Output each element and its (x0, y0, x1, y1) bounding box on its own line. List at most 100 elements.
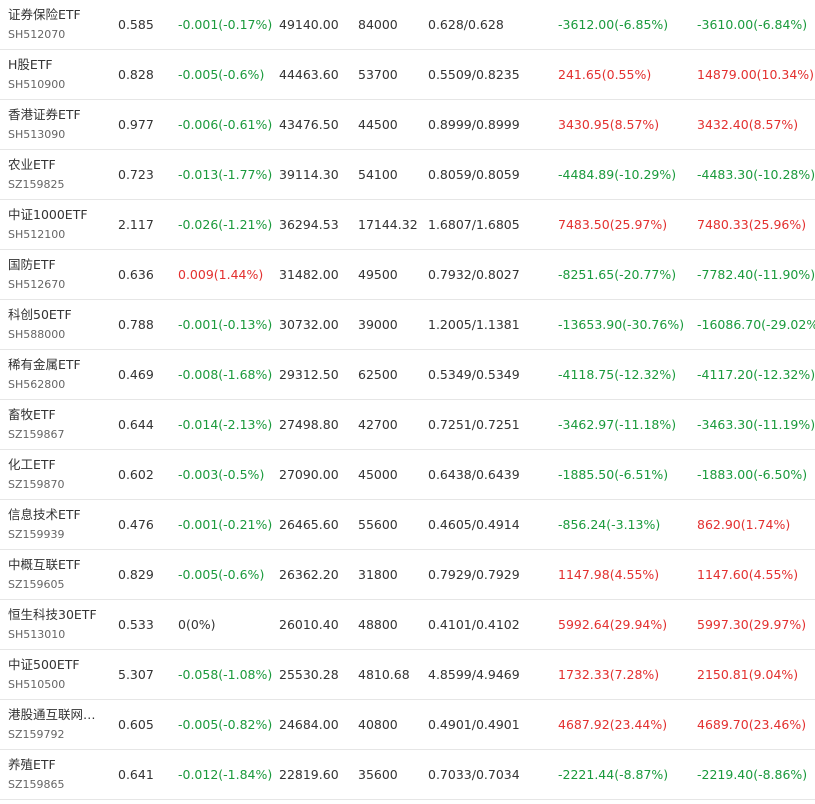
etf-name-cell: 恒生科技30ETF SH513010 (8, 600, 110, 649)
latest-price: 0.469 (118, 367, 154, 382)
latest-price: 0.723 (118, 167, 154, 182)
etf-name-link[interactable]: 化工ETF (8, 456, 110, 474)
net-flow-secondary: 4689.70(23.46%) (697, 717, 807, 732)
trade-volume: 29312.50 (279, 367, 339, 382)
etf-name-link[interactable]: 恒生科技30ETF (8, 606, 110, 624)
etf-name-link[interactable]: 信息技术ETF (8, 506, 110, 524)
bid-ask-value: 0.4101/0.4102 (428, 617, 520, 632)
trade-volume: 26010.40 (279, 617, 339, 632)
etf-name-cell: 中证500ETF SH510500 (8, 650, 110, 699)
net-flow-primary: 3430.95(8.57%) (558, 117, 660, 132)
trade-volume: 43476.50 (279, 117, 339, 132)
trade-volume: 22819.60 (279, 767, 339, 782)
etf-name-link[interactable]: 香港证券ETF (8, 106, 110, 124)
latest-price: 0.977 (118, 117, 154, 132)
net-flow-primary: 1732.33(7.28%) (558, 667, 660, 682)
table-row[interactable]: 稀有金属ETF SH562800 0.469 -0.008(-1.68%) 29… (0, 350, 815, 400)
latest-price: 0.644 (118, 417, 154, 432)
price-change: 0(0%) (178, 617, 216, 632)
share-count: 48800 (358, 617, 398, 632)
etf-name-link[interactable]: 中证1000ETF (8, 206, 110, 224)
bid-ask-value: 0.5509/0.8235 (428, 67, 520, 82)
price-change: -0.008(-1.68%) (178, 367, 273, 382)
table-row[interactable]: 中证1000ETF SH512100 2.117 -0.026(-1.21%) … (0, 200, 815, 250)
share-count: 55600 (358, 517, 398, 532)
bid-ask-value: 0.5349/0.5349 (428, 367, 520, 382)
bid-ask-value: 0.8999/0.8999 (428, 117, 520, 132)
net-flow-primary: 1147.98(4.55%) (558, 567, 660, 582)
net-flow-primary: -3612.00(-6.85%) (558, 17, 669, 32)
etf-name-link[interactable]: 国防ETF (8, 256, 110, 274)
etf-name-link[interactable]: 畜牧ETF (8, 406, 110, 424)
etf-name-cell: 信息技术ETF SZ159939 (8, 500, 110, 549)
price-change: -0.013(-1.77%) (178, 167, 273, 182)
share-count: 42700 (358, 417, 398, 432)
net-flow-secondary: 2150.81(9.04%) (697, 667, 799, 682)
net-flow-secondary: -16086.70(-29.02%) (697, 317, 815, 332)
trade-volume: 26465.60 (279, 517, 339, 532)
etf-name-link[interactable]: 中概互联ETF (8, 556, 110, 574)
price-change: -0.026(-1.21%) (178, 217, 273, 232)
table-row[interactable]: 中概互联ETF SZ159605 0.829 -0.005(-0.6%) 263… (0, 550, 815, 600)
etf-table-body: 证券保险ETF SH512070 0.585 -0.001(-0.17%) 49… (0, 0, 815, 800)
latest-price: 5.307 (118, 667, 154, 682)
latest-price: 0.636 (118, 267, 154, 282)
share-count: 40800 (358, 717, 398, 732)
bid-ask-value: 0.7929/0.7929 (428, 567, 520, 582)
latest-price: 0.585 (118, 17, 154, 32)
table-row[interactable]: 化工ETF SZ159870 0.602 -0.003(-0.5%) 27090… (0, 450, 815, 500)
table-row[interactable]: 养殖ETF SZ159865 0.641 -0.012(-1.84%) 2281… (0, 750, 815, 800)
etf-name-cell: 科创50ETF SH588000 (8, 300, 110, 349)
table-row[interactable]: 香港证券ETF SH513090 0.977 -0.006(-0.61%) 43… (0, 100, 815, 150)
share-count: 49500 (358, 267, 398, 282)
etf-name-cell: 稀有金属ETF SH562800 (8, 350, 110, 399)
etf-name-link[interactable]: 港股通互联网… (8, 706, 110, 724)
etf-name-link[interactable]: 证券保险ETF (8, 6, 110, 24)
table-row[interactable]: 恒生科技30ETF SH513010 0.533 0(0%) 26010.40 … (0, 600, 815, 650)
trade-volume: 24684.00 (279, 717, 339, 732)
net-flow-secondary: 5997.30(29.97%) (697, 617, 807, 632)
table-row[interactable]: 信息技术ETF SZ159939 0.476 -0.001(-0.21%) 26… (0, 500, 815, 550)
bid-ask-value: 0.8059/0.8059 (428, 167, 520, 182)
net-flow-secondary: -1883.00(-6.50%) (697, 467, 808, 482)
latest-price: 0.829 (118, 567, 154, 582)
etf-code: SZ159870 (8, 478, 65, 491)
table-row[interactable]: 港股通互联网… SZ159792 0.605 -0.005(-0.82%) 24… (0, 700, 815, 750)
table-row[interactable]: 畜牧ETF SZ159867 0.644 -0.014(-2.13%) 2749… (0, 400, 815, 450)
trade-volume: 25530.28 (279, 667, 339, 682)
price-change: -0.005(-0.6%) (178, 567, 265, 582)
etf-name-link[interactable]: 中证500ETF (8, 656, 110, 674)
etf-code: SZ159939 (8, 528, 65, 541)
bid-ask-value: 0.4901/0.4901 (428, 717, 520, 732)
share-count: 31800 (358, 567, 398, 582)
price-change: -0.005(-0.6%) (178, 67, 265, 82)
latest-price: 0.788 (118, 317, 154, 332)
etf-name-cell: 畜牧ETF SZ159867 (8, 400, 110, 449)
etf-name-link[interactable]: 农业ETF (8, 156, 110, 174)
price-change: -0.006(-0.61%) (178, 117, 273, 132)
bid-ask-value: 0.7251/0.7251 (428, 417, 520, 432)
bid-ask-value: 1.2005/1.1381 (428, 317, 520, 332)
bid-ask-value: 0.7932/0.8027 (428, 267, 520, 282)
etf-name-cell: 农业ETF SZ159825 (8, 150, 110, 199)
etf-name-cell: 中证1000ETF SH512100 (8, 200, 110, 249)
table-row[interactable]: 中证500ETF SH510500 5.307 -0.058(-1.08%) 2… (0, 650, 815, 700)
net-flow-primary: 7483.50(25.97%) (558, 217, 668, 232)
table-row[interactable]: 证券保险ETF SH512070 0.585 -0.001(-0.17%) 49… (0, 0, 815, 50)
etf-code: SH513010 (8, 628, 66, 641)
bid-ask-value: 0.7033/0.7034 (428, 767, 520, 782)
net-flow-secondary: -7782.40(-11.90%) (697, 267, 815, 282)
etf-name-link[interactable]: H股ETF (8, 56, 110, 74)
table-row[interactable]: H股ETF SH510900 0.828 -0.005(-0.6%) 44463… (0, 50, 815, 100)
etf-name-link[interactable]: 科创50ETF (8, 306, 110, 324)
share-count: 44500 (358, 117, 398, 132)
price-change: 0.009(1.44%) (178, 267, 264, 282)
bid-ask-value: 0.6438/0.6439 (428, 467, 520, 482)
price-change: -0.001(-0.21%) (178, 517, 273, 532)
etf-name-link[interactable]: 养殖ETF (8, 756, 110, 774)
table-row[interactable]: 农业ETF SZ159825 0.723 -0.013(-1.77%) 3911… (0, 150, 815, 200)
table-row[interactable]: 国防ETF SH512670 0.636 0.009(1.44%) 31482.… (0, 250, 815, 300)
share-count: 62500 (358, 367, 398, 382)
table-row[interactable]: 科创50ETF SH588000 0.788 -0.001(-0.13%) 30… (0, 300, 815, 350)
etf-name-link[interactable]: 稀有金属ETF (8, 356, 110, 374)
